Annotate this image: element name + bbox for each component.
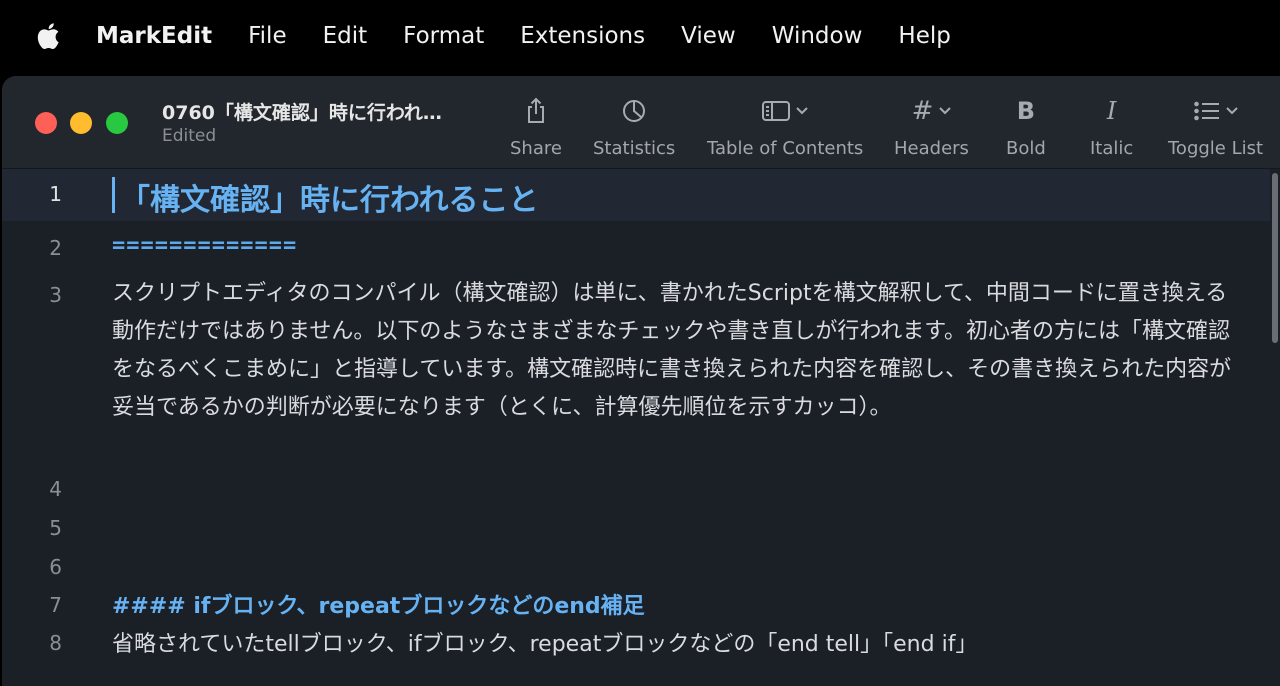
italic-button[interactable]: I Italic: [1090, 96, 1133, 159]
text-caret: [112, 177, 115, 213]
menu-bar: MarkEdit File Edit Format Extensions Vie…: [0, 0, 1280, 72]
menu-format[interactable]: Format: [403, 23, 484, 49]
headers-icon: #: [912, 96, 952, 126]
menu-app-name[interactable]: MarkEdit: [96, 23, 212, 49]
bold-label: Bold: [1006, 138, 1046, 159]
toggle-list-button[interactable]: Toggle List: [1168, 96, 1263, 159]
editor-window: 0760「構文確認」時に行われ… Edited Share Statistics: [2, 76, 1280, 686]
table-of-contents-button[interactable]: Table of Contents: [707, 96, 863, 159]
list-icon: [1193, 96, 1238, 126]
setext-underline[interactable]: =============: [112, 233, 297, 258]
line-number: 2: [49, 236, 62, 260]
text-line[interactable]: 省略されていたtellブロック、ifブロック、repeatブロックなどの「end…: [112, 626, 977, 658]
menu-file[interactable]: File: [248, 23, 287, 49]
share-button[interactable]: Share: [510, 96, 562, 159]
menu-edit[interactable]: Edit: [323, 23, 368, 49]
bold-button[interactable]: B Bold: [1006, 96, 1046, 159]
chevron-down-icon: [796, 107, 808, 115]
bold-icon: B: [1016, 97, 1036, 125]
share-label: Share: [510, 138, 562, 159]
document-title[interactable]: 0760「構文確認」時に行われ…: [162, 98, 442, 125]
apple-logo-icon[interactable]: [36, 23, 60, 50]
text-editor[interactable]: 1 2 3 4 5 6 7 8 「構文確認」時に行われること =========…: [2, 169, 1280, 686]
document-status: Edited: [162, 126, 217, 146]
line-number: 7: [49, 593, 62, 617]
minimize-window-button[interactable]: [70, 112, 92, 134]
statistics-button[interactable]: Statistics: [593, 96, 675, 159]
statistics-label: Statistics: [593, 138, 676, 159]
line-number: 4: [49, 477, 62, 501]
close-window-button[interactable]: [35, 112, 57, 134]
statistics-icon: [620, 96, 648, 126]
line-number: 8: [49, 631, 62, 655]
italic-label: Italic: [1090, 138, 1134, 159]
share-icon: [524, 96, 548, 126]
italic-icon: I: [1106, 97, 1117, 125]
chevron-down-icon: [1225, 107, 1238, 115]
menu-window[interactable]: Window: [772, 23, 863, 49]
table-of-contents-icon: [762, 96, 808, 126]
menu-view[interactable]: View: [681, 23, 736, 49]
headers-button[interactable]: # Headers: [894, 96, 969, 159]
window-toolbar: 0760「構文確認」時に行われ… Edited Share Statistics: [2, 76, 1280, 169]
line-number: 1: [49, 182, 62, 206]
line-number: 6: [49, 555, 62, 579]
line-number: 5: [49, 516, 62, 540]
menu-help[interactable]: Help: [898, 23, 950, 49]
headers-label: Headers: [894, 138, 969, 159]
menu-extensions[interactable]: Extensions: [520, 23, 645, 49]
zoom-window-button[interactable]: [106, 112, 128, 134]
table-of-contents-label: Table of Contents: [707, 138, 864, 159]
heading-line[interactable]: 「構文確認」時に行われること: [120, 175, 539, 219]
heading4-line[interactable]: #### ifブロック、repeatブロックなどのend補足: [112, 588, 645, 620]
vertical-scrollbar[interactable]: [1272, 173, 1278, 343]
paragraph-text[interactable]: スクリプトエディタのコンパイル（構文確認）は単に、書かれたScriptを構文解釈…: [112, 275, 1242, 427]
line-number: 3: [49, 283, 62, 307]
toggle-list-label: Toggle List: [1168, 138, 1264, 159]
chevron-down-icon: [939, 107, 952, 115]
